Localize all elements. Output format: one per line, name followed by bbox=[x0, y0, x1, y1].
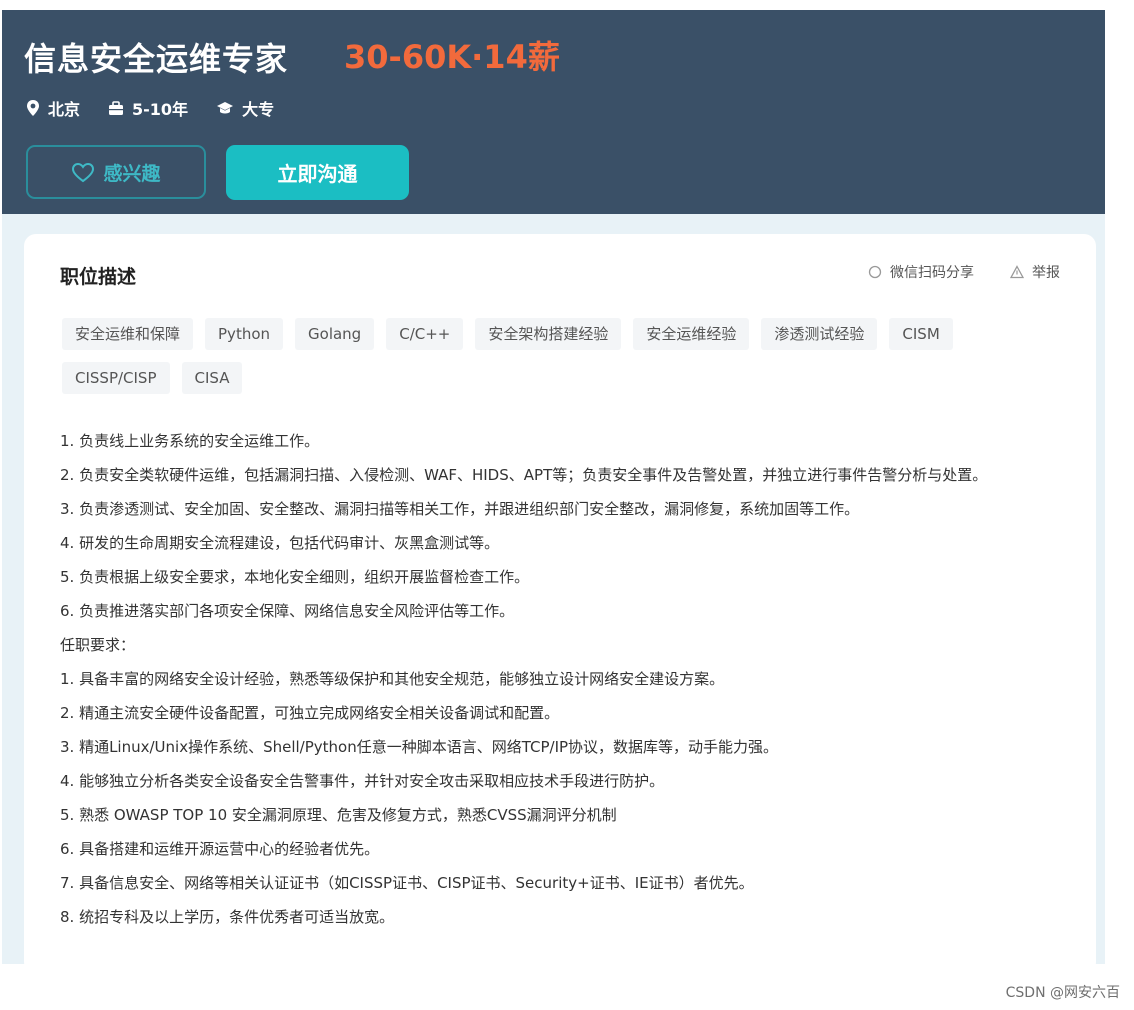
interest-button-label: 感兴趣 bbox=[103, 162, 161, 185]
job-title: 信息安全运维专家 bbox=[24, 40, 289, 78]
graduation-cap-icon bbox=[217, 102, 234, 114]
meta-education-text: 大专 bbox=[242, 100, 275, 119]
description-line: 5. 负责根据上级安全要求，本地化安全细则，组织开展监督检查工作。 bbox=[60, 568, 530, 586]
description-line: 1. 具备丰富的网络安全设计经验，熟悉等级保护和其他安全规范，能够独立设计网络安… bbox=[60, 670, 725, 688]
job-salary: 30-60K·14薪 bbox=[344, 38, 560, 76]
skill-tag: 安全架构搭建经验 bbox=[475, 318, 622, 350]
meta-location: 北京 bbox=[26, 96, 80, 120]
skill-tag: CISA bbox=[181, 362, 243, 394]
heart-icon bbox=[72, 162, 95, 182]
description-line: 2. 精通主流安全硬件设备配置，可独立完成网络安全相关设备调试和配置。 bbox=[60, 704, 560, 722]
skill-tag: CISM bbox=[889, 318, 953, 350]
description-line: 3. 精通Linux/Unix操作系统、Shell/Python任意一种脚本语言… bbox=[60, 738, 779, 756]
skill-tag: C/C++ bbox=[386, 318, 464, 350]
section-title: 职位描述 bbox=[60, 266, 137, 288]
job-description: 1. 负责线上业务系统的安全运维工作。 2. 负责安全类软硬件运维，包括漏洞扫描… bbox=[60, 424, 1060, 934]
meta-education: 大专 bbox=[216, 96, 274, 120]
briefcase-icon bbox=[109, 100, 124, 115]
description-line: 4. 能够独立分析各类安全设备安全告警事件，并针对安全攻击采取相应技术手段进行防… bbox=[60, 772, 665, 790]
location-pin-icon bbox=[27, 100, 39, 116]
description-line: 4. 研发的生命周期安全流程建设，包括代码审计、灰黑盒测试等。 bbox=[60, 534, 500, 552]
skill-tags: 安全运维和保障 Python Golang C/C++ 安全架构搭建经验 安全运… bbox=[62, 318, 1062, 406]
description-line: 6. 具备搭建和运维开源运营中心的经验者优先。 bbox=[60, 840, 380, 858]
job-header: 信息安全运维专家 30-60K·14薪 北京 5-10年 大专 感兴趣 立即沟通 bbox=[2, 10, 1105, 214]
meta-experience-text: 5-10年 bbox=[132, 100, 189, 119]
skill-tag: Golang bbox=[295, 318, 375, 350]
warning-icon bbox=[1010, 265, 1024, 279]
report-link[interactable]: 举报 bbox=[1010, 262, 1060, 282]
share-link[interactable]: 微信扫码分享 bbox=[868, 262, 974, 282]
meta-location-text: 北京 bbox=[48, 100, 81, 119]
skill-tag: 渗透测试经验 bbox=[761, 318, 878, 350]
description-line: 3. 负责渗透测试、安全加固、安全整改、漏洞扫描等相关工作，并跟进组织部门安全整… bbox=[60, 500, 860, 518]
wechat-icon bbox=[868, 265, 882, 279]
description-line: 6. 负责推进落实部门各项安全保障、网络信息安全风险评估等工作。 bbox=[60, 602, 515, 620]
skill-tag: 安全运维经验 bbox=[633, 318, 750, 350]
description-line: 5. 熟悉 OWASP TOP 10 安全漏洞原理、危害及修复方式，熟悉CVSS… bbox=[60, 806, 617, 824]
description-line: 8. 统招专科及以上学历，条件优秀者可适当放宽。 bbox=[60, 908, 395, 926]
share-link-label: 微信扫码分享 bbox=[890, 265, 974, 281]
interest-button[interactable]: 感兴趣 bbox=[26, 145, 206, 199]
job-description-card: 职位描述 微信扫码分享 举报 安全运维和保障 Python Golang C/C… bbox=[24, 234, 1096, 974]
skill-tag: Python bbox=[205, 318, 284, 350]
card-actions: 微信扫码分享 举报 bbox=[832, 262, 1060, 282]
meta-experience: 5-10年 bbox=[108, 96, 188, 120]
description-line: 1. 负责线上业务系统的安全运维工作。 bbox=[60, 432, 320, 450]
watermark: CSDN @网安六百 bbox=[1005, 985, 1120, 1001]
skill-tag: 安全运维和保障 bbox=[62, 318, 194, 350]
job-meta: 北京 5-10年 大专 bbox=[26, 96, 302, 120]
skill-tag: CISSP/CISP bbox=[62, 362, 170, 394]
description-line: 7. 具备信息安全、网络等相关认证证书（如CISSP证书、CISP证书、Secu… bbox=[60, 874, 754, 892]
description-line: 2. 负责安全类软硬件运维，包括漏洞扫描、入侵检测、WAF、HIDS、APT等；… bbox=[60, 466, 988, 484]
requirements-heading: 任职要求： bbox=[60, 636, 136, 654]
chat-now-button[interactable]: 立即沟通 bbox=[226, 145, 409, 200]
report-link-label: 举报 bbox=[1032, 265, 1060, 281]
